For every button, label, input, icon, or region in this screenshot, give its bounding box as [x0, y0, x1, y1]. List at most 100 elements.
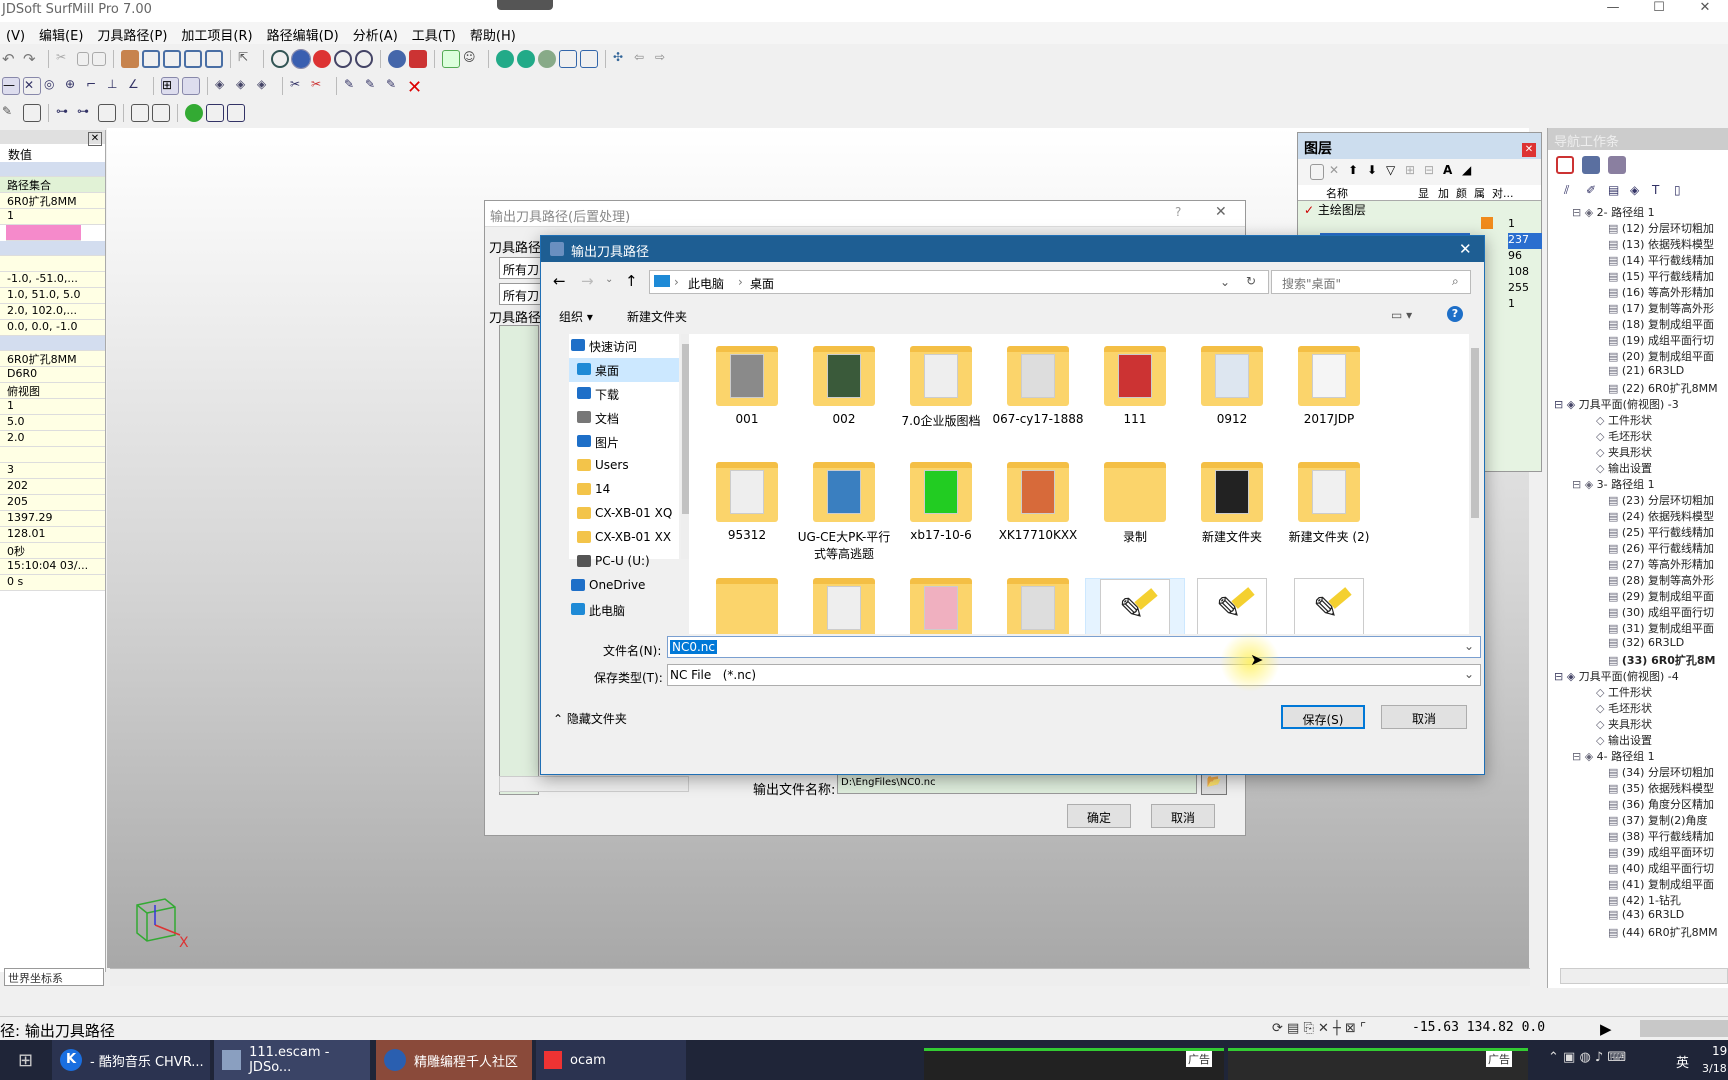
maximize-button[interactable]: ☐	[1636, 0, 1682, 22]
tree-path-node[interactable]: ▤ (14) 平行截线精加	[1548, 252, 1728, 268]
tree-path-node[interactable]: ▤ (32) 6R3LD	[1548, 636, 1728, 652]
file-list-scrollbar[interactable]	[1469, 334, 1481, 634]
tree-path-node[interactable]: ▤ (42) 1-钻孔	[1548, 892, 1728, 908]
nav-item-drive[interactable]: PC-U (U:)	[569, 550, 679, 574]
tree-path-node[interactable]: ▤ (39) 成组平面环切	[1548, 844, 1728, 860]
line-icon[interactable]: —	[2, 77, 20, 95]
property-row[interactable]: 6R0扩孔8MM	[0, 193, 105, 209]
nav-item-cloud[interactable]: OneDrive	[569, 574, 679, 598]
menu-path-edit[interactable]: 路径编辑(D)	[261, 22, 347, 44]
cube-side-icon[interactable]	[163, 50, 181, 68]
layer-tool-1-icon[interactable]: ⊞	[1405, 163, 1419, 181]
property-row[interactable]: D6R0	[0, 367, 105, 383]
recent-dropdown-icon[interactable]: ⌄	[605, 274, 613, 285]
menu-project[interactable]: 加工项目(R)	[175, 22, 260, 44]
surface-1-icon[interactable]: ◈	[215, 77, 233, 95]
property-row[interactable]: 1.0, 51.0, 5.0	[0, 288, 105, 304]
tree-path-node[interactable]: ▤ (21) 6R3LD	[1548, 364, 1728, 380]
person-icon[interactable]: ☺	[463, 50, 481, 68]
tree-group-node[interactable]: ⊟ ◈ 4- 路径组 1	[1548, 748, 1728, 764]
tree-path-node[interactable]: ▤ (15) 平行截线精加	[1548, 268, 1728, 284]
taskbar-item-jdsoft[interactable]: 111.escam - JDSo...	[214, 1040, 370, 1080]
tree-path-node[interactable]: ▤ (28) 复制等高外形	[1548, 572, 1728, 588]
col-name[interactable]: 名称	[1298, 185, 1418, 200]
menu-tools[interactable]: 工具(T)	[406, 22, 464, 44]
nav-item-folder[interactable]: Users	[569, 454, 679, 478]
zoom-fit-icon[interactable]	[580, 50, 598, 68]
tree-path-node[interactable]: ▤ (31) 复制成组平面	[1548, 620, 1728, 636]
surface-3-icon[interactable]: ◈	[257, 77, 275, 95]
folder-item[interactable]	[988, 578, 1088, 634]
post-ok-button[interactable]: 确定	[1067, 804, 1131, 828]
report-icon[interactable]	[131, 104, 149, 122]
col-visible[interactable]: 显	[1418, 185, 1438, 200]
menu-toolpath[interactable]: 刀具路径(P)	[91, 22, 175, 44]
layer-row-main[interactable]: ✓ 主绘图层	[1298, 201, 1541, 217]
cube-iso-icon[interactable]	[184, 50, 202, 68]
tree-plane-node[interactable]: ⊟ ◈ 刀具平面(俯视图) -3	[1548, 396, 1728, 412]
tree-path-node[interactable]: ▤ (29) 复制成组平面	[1548, 588, 1728, 604]
print-icon[interactable]	[98, 104, 116, 122]
tree-path-node[interactable]: ▤ (38) 平行截线精加	[1548, 828, 1728, 844]
property-row[interactable]	[0, 336, 105, 351]
light-2-icon[interactable]	[517, 50, 535, 68]
nav-tool-2-icon[interactable]: ✐	[1586, 183, 1602, 201]
tree-2-icon[interactable]: ⊶	[77, 104, 95, 122]
forward-arrow-icon[interactable]: →	[581, 272, 594, 290]
nav-item-pc[interactable]: 此电脑	[569, 598, 679, 622]
nav-item-desktop[interactable]: 桌面	[569, 358, 679, 382]
save-dialog-close-button[interactable]: ✕	[1459, 240, 1472, 258]
tree-setting-node[interactable]: ◇ 工件形状	[1548, 412, 1728, 428]
property-row[interactable]: 0秒	[0, 543, 105, 559]
edit-3-icon[interactable]: ✎	[386, 77, 404, 95]
col-lock[interactable]: 加	[1438, 185, 1456, 200]
delete-trim-icon[interactable]: ✂	[311, 77, 329, 95]
box-view-icon[interactable]	[121, 50, 139, 68]
axis-icon[interactable]	[205, 50, 223, 68]
cut-icon[interactable]: ✂	[56, 50, 74, 68]
breadcrumb-desktop[interactable]: 桌面	[750, 275, 774, 292]
tree-setting-node[interactable]: ◇ 工件形状	[1548, 684, 1728, 700]
color-icon[interactable]	[409, 50, 427, 68]
property-row[interactable]: 1	[0, 209, 105, 225]
nav-tool-5-icon[interactable]: T	[1652, 183, 1668, 201]
nc-file-item[interactable]: ✎	[1182, 578, 1282, 634]
undo-icon[interactable]: ↶	[2, 50, 20, 68]
ad-banner-2[interactable]: 广告	[1228, 1048, 1528, 1080]
clock-time[interactable]: 19	[1712, 1044, 1727, 1058]
tree-setting-node[interactable]: ◇ 毛坯形状	[1548, 700, 1728, 716]
property-row[interactable]: 2.0	[0, 431, 105, 447]
tree-path-node[interactable]: ▤ (25) 平行截线精加	[1548, 524, 1728, 540]
sheet-icon[interactable]	[152, 104, 170, 122]
folder-item[interactable]	[891, 578, 991, 634]
angle-icon[interactable]: ∠	[128, 77, 146, 95]
post-dialog-help-button[interactable]: ?	[1175, 205, 1181, 219]
tree-path-node[interactable]: ▤ (41) 复制成组平面	[1548, 876, 1728, 892]
viewport-hscrollbar[interactable]	[110, 968, 1530, 986]
menu-help[interactable]: 帮助(H)	[464, 22, 524, 44]
nav-item-folder[interactable]: CX-XB-01 XQ	[569, 502, 679, 526]
property-row[interactable]: 3	[0, 463, 105, 479]
folder-item[interactable]: 录制	[1085, 462, 1185, 545]
nav-item-folder[interactable]: CX-XB-01 XX	[569, 526, 679, 550]
new-folder-button[interactable]: 新建文件夹	[627, 308, 687, 325]
organize-button[interactable]: 组织 ▾	[559, 308, 593, 325]
layer-color-swatch[interactable]	[1481, 217, 1493, 229]
select-icon[interactable]: ⇱	[238, 50, 256, 68]
tree-path-node[interactable]: ▤ (12) 分层环切粗加	[1548, 220, 1728, 236]
paste-icon[interactable]	[92, 52, 106, 66]
property-row[interactable]: 2.0, 102.0,...	[0, 304, 105, 320]
tab-path-icon[interactable]	[1556, 156, 1574, 174]
filter-icon[interactable]: ▽	[1386, 163, 1400, 181]
render-red-icon[interactable]	[313, 50, 331, 68]
address-dropdown-icon[interactable]: ⌄	[1220, 275, 1230, 289]
tree-path-node[interactable]: ▤ (35) 依据残料模型	[1548, 780, 1728, 796]
col-attr[interactable]: 属	[1474, 185, 1492, 200]
tree-path-node[interactable]: ▤ (23) 分层环切粗加	[1548, 492, 1728, 508]
tree-setting-node[interactable]: ◇ 夹具形状	[1548, 716, 1728, 732]
folder-item[interactable]: 002	[794, 346, 894, 426]
folder-item[interactable]: 001	[697, 346, 797, 426]
grid-icon[interactable]: ⊞	[161, 77, 179, 95]
move-down-icon[interactable]: ⬇	[1367, 163, 1381, 181]
menu-edit[interactable]: 编辑(E)	[33, 22, 91, 44]
